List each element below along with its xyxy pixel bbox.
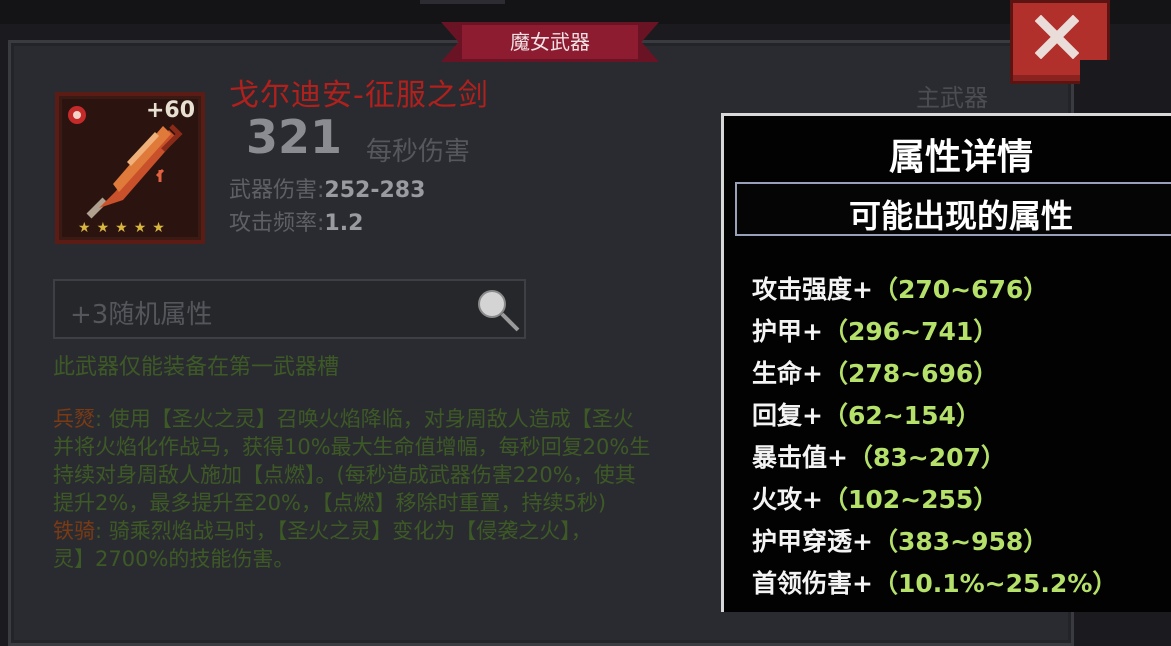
attribute-row: 暴击值+（83~207） xyxy=(752,438,1006,474)
possible-attributes-label: 可能出现的属性 xyxy=(848,197,1073,235)
stat-value: 1.2 xyxy=(324,211,364,236)
skill-desc-text: 提升2%，最多提升至20%，【点燃】移除时重置，持续5秒) xyxy=(53,491,607,515)
star-icon: ★ xyxy=(78,220,91,236)
skill-desc-text: : 骑乘烈焰战马时，【圣火之灵】变化为【侵袭之火】， xyxy=(95,519,592,543)
weapon-name: 戈尔迪安-征服之剑 xyxy=(229,78,489,113)
attribute-name: 火攻+ xyxy=(752,485,823,514)
attribute-name: 回复+ xyxy=(752,401,823,430)
random-attribute-text: +3随机属性 xyxy=(70,300,213,330)
panel-tag-label: 魔女武器 xyxy=(462,25,638,59)
attribute-name: 护甲+ xyxy=(752,317,823,346)
close-icon xyxy=(1035,15,1079,59)
attribute-name: 首领伤害+ xyxy=(752,569,873,598)
search-icon[interactable] xyxy=(472,286,524,334)
attribute-range: （383~958） xyxy=(872,527,1049,556)
attribute-row: 火攻+（102~255） xyxy=(752,480,998,516)
attribute-name: 攻击强度+ xyxy=(752,275,873,304)
attribute-range: （278~696） xyxy=(822,359,999,388)
skill-desc-text: : 使用【圣火之灵】召唤火焰降临，对身周敌人造成【圣火 xyxy=(95,407,634,431)
stat-label: 攻击频率: xyxy=(229,211,325,236)
skill-keyword: 兵燹 xyxy=(53,407,95,431)
attribute-details-title: 属性详情 xyxy=(888,137,1033,178)
attribute-row: 首领伤害+（10.1%~25.2%） xyxy=(752,564,1117,600)
star-icon: ★ xyxy=(96,220,110,236)
star-rating: ★ ★ ★ ★ ★ xyxy=(78,220,190,236)
skill-desc-line: 铁骑: 骑乘烈焰战马时，【圣火之灵】变化为【侵袭之火】， xyxy=(53,518,733,544)
weapon-damage-stat: 武器伤害:252-283 xyxy=(229,172,425,204)
dps-label: 每秒伤害 xyxy=(366,137,471,167)
attribute-range: （296~741） xyxy=(822,317,999,346)
stat-label: 武器伤害: xyxy=(229,178,325,203)
skill-desc-text: 持续对身周敌人施加【点燃】。(每秒造成武器伤害220%，使其 xyxy=(53,463,636,487)
skill-desc-line: 灵】2700%的技能伤害。 xyxy=(53,546,733,572)
slot-restriction-note: 此武器仅能装备在第一武器槽 xyxy=(53,355,340,380)
attribute-range: （102~255） xyxy=(822,485,999,514)
weapon-slot-label: 主武器 xyxy=(916,84,988,112)
attribute-row: 生命+（278~696） xyxy=(752,354,998,390)
star-icon: ★ xyxy=(152,220,165,236)
attribute-name: 生命+ xyxy=(752,359,823,388)
skill-desc-text: 并将火焰化作战马，获得10%最大生命值增幅，每秒回复20%生 xyxy=(53,435,651,459)
skill-desc-text: 灵】2700%的技能伤害。 xyxy=(53,547,295,571)
skill-desc-line: 持续对身周敌人施加【点燃】。(每秒造成武器伤害220%，使其 xyxy=(53,462,733,488)
skill-desc-line: 提升2%，最多提升至20%，【点燃】移除时重置，持续5秒) xyxy=(53,490,733,516)
top-bar-nub xyxy=(420,0,505,4)
attribute-name: 暴击值+ xyxy=(752,443,848,472)
gem-icon xyxy=(68,106,86,124)
attribute-row: 回复+（62~154） xyxy=(752,396,981,432)
attribute-range: （83~207） xyxy=(847,443,1006,472)
attribute-row: 攻击强度+（270~676） xyxy=(752,270,1048,306)
star-icon: ★ xyxy=(115,220,128,236)
skill-desc-line: 并将火焰化作战马，获得10%最大生命值增幅，每秒回复20%生 xyxy=(53,434,733,460)
skill-keyword: 铁骑 xyxy=(53,519,95,543)
dps-value: 321 xyxy=(246,110,343,164)
attribute-name: 护甲穿透+ xyxy=(752,527,873,556)
attribute-range: （62~154） xyxy=(822,401,981,430)
enhance-level: +60 xyxy=(146,98,196,123)
attribute-range: （270~676） xyxy=(872,275,1049,304)
stat-value: 252-283 xyxy=(324,178,426,203)
attack-rate-stat: 攻击频率:1.2 xyxy=(229,205,363,237)
attribute-row: 护甲穿透+（383~958） xyxy=(752,522,1048,558)
attribute-range: （10.1%~25.2%） xyxy=(872,569,1118,598)
skill-desc-line: 兵燹: 使用【圣火之灵】召唤火焰降临，对身周敌人造成【圣火 xyxy=(53,406,733,432)
star-icon: ★ xyxy=(133,220,147,236)
top-bar xyxy=(0,0,1171,24)
attribute-row: 护甲+（296~741） xyxy=(752,312,998,348)
